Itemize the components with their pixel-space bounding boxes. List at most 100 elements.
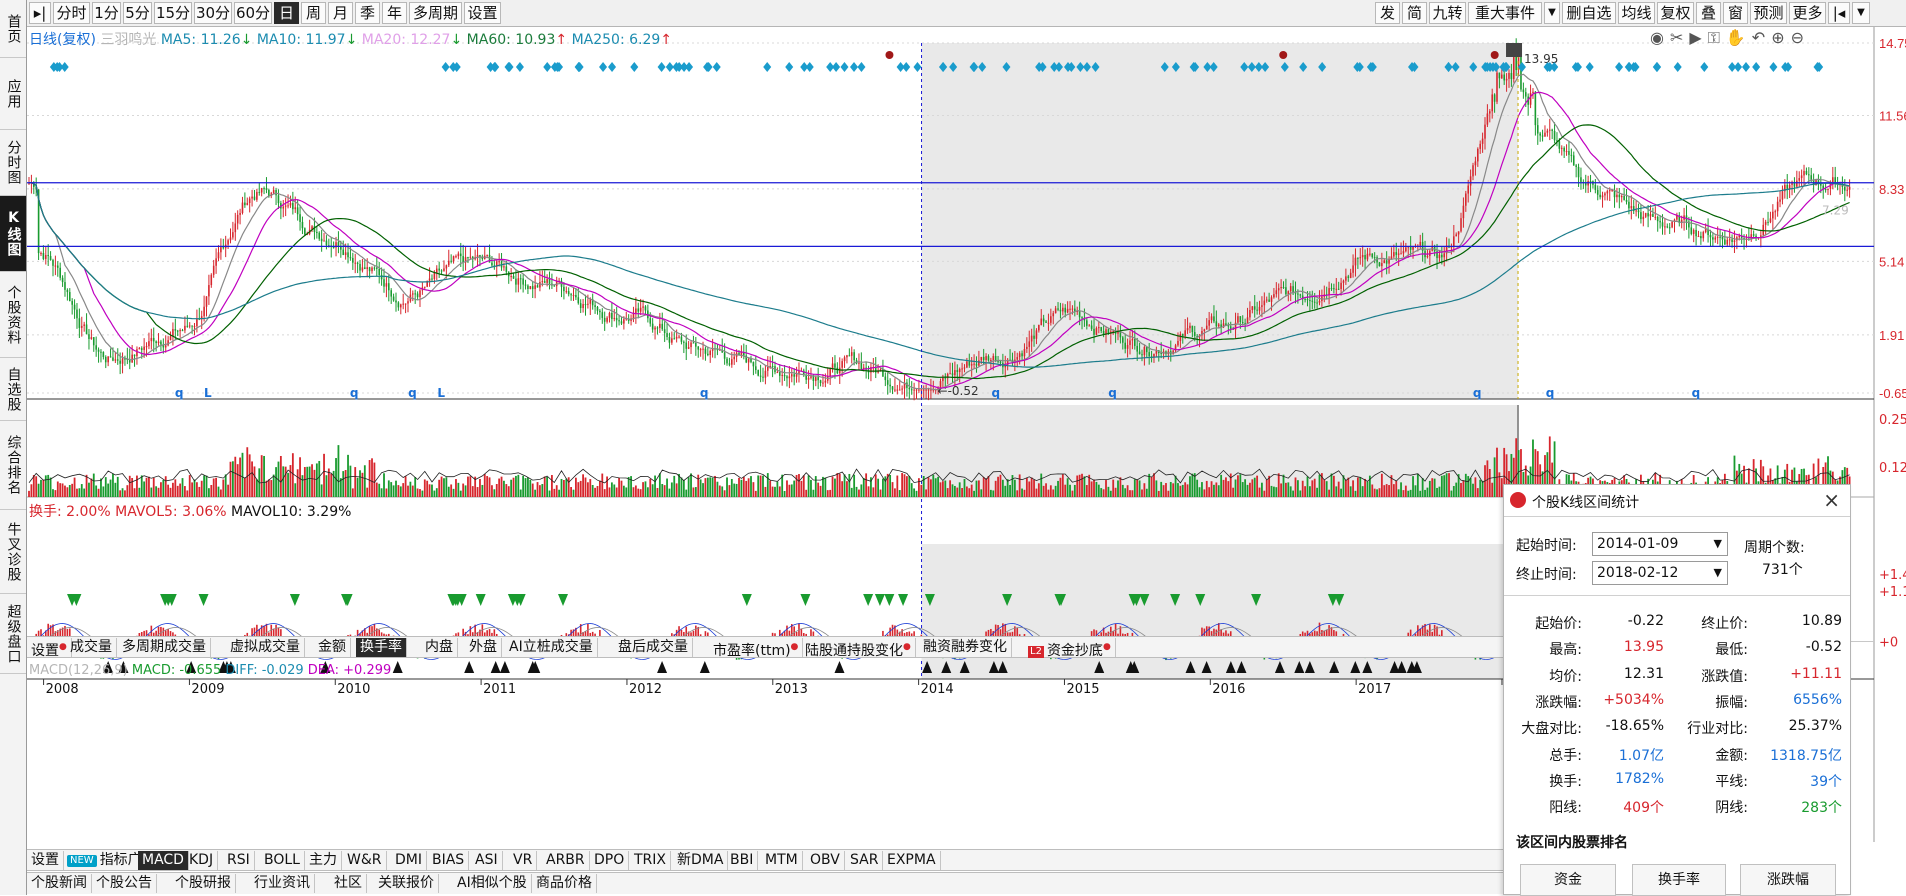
- period-button-0[interactable]: 分时: [53, 2, 90, 24]
- rank-button-0[interactable]: 资金: [1520, 864, 1616, 896]
- toolbar-right-button-0[interactable]: 发: [1375, 2, 1400, 24]
- rank-button-1[interactable]: 换手率: [1632, 864, 1726, 896]
- period-button-11[interactable]: 多周期: [409, 2, 462, 24]
- bottom-tab-3[interactable]: 行业资讯: [250, 874, 315, 893]
- bottom-tab-1[interactable]: 个股公告: [92, 874, 157, 893]
- eye-icon[interactable]: ◉: [1650, 28, 1670, 47]
- indicator-tab-8[interactable]: DMI: [391, 851, 427, 870]
- volume-bar: [302, 475, 304, 497]
- period-button-4[interactable]: 30分: [194, 2, 232, 24]
- bottom-tab-7[interactable]: 商品价格: [532, 874, 597, 893]
- volume-bar: [997, 477, 999, 497]
- indicator-tab-11[interactable]: VR: [509, 851, 537, 870]
- bottom-tab-0[interactable]: 个股新闻: [27, 874, 92, 893]
- indicator-tab-17[interactable]: MTM: [761, 851, 803, 870]
- indicator-tab-9[interactable]: BIAS: [428, 851, 469, 870]
- toolbar-right-button-6[interactable]: 均线: [1618, 2, 1655, 24]
- toolbar-right-button-3[interactable]: 重大事件: [1468, 2, 1542, 24]
- volume-tab-8[interactable]: AI立桩成交量: [505, 638, 598, 657]
- scissors-icon[interactable]: ✂: [1670, 28, 1689, 47]
- toolbar-right-button-5[interactable]: 删自选: [1562, 2, 1616, 24]
- period-button-1[interactable]: 1分: [92, 2, 121, 24]
- close-icon[interactable]: ×: [1823, 488, 1840, 512]
- volume-bar: [1345, 480, 1347, 497]
- left-nav-item-1[interactable]: 应用: [0, 58, 26, 130]
- indicator-tab-12[interactable]: ARBR: [542, 851, 590, 870]
- bottom-tab-4[interactable]: 社区: [330, 874, 367, 893]
- toolbar-right-button-11[interactable]: 更多: [1789, 2, 1826, 24]
- toolbar-right-button-1[interactable]: 简: [1402, 2, 1427, 24]
- indicator-tab-18[interactable]: OBV: [806, 851, 845, 870]
- stat-value-right-6: 39个: [1810, 771, 1842, 791]
- volume-tab-3[interactable]: 虚拟成交量: [226, 638, 305, 657]
- left-nav-item-3[interactable]: K线图: [0, 196, 26, 272]
- volume-tab-5[interactable]: 换手率: [356, 638, 407, 657]
- play-icon[interactable]: ▶: [1689, 28, 1707, 47]
- indicator-tab-10[interactable]: ASI: [471, 851, 503, 870]
- bottom-tab-6[interactable]: AI相似个股: [453, 874, 532, 893]
- indicator-tab-3[interactable]: KDJ: [185, 851, 218, 870]
- bottom-tab-2[interactable]: 个股研报: [171, 874, 236, 893]
- volume-tab-6[interactable]: 内盘: [421, 638, 458, 657]
- indicator-tab-16[interactable]: BBI: [726, 851, 758, 870]
- left-nav-item-0[interactable]: 首页: [0, 0, 26, 58]
- volume-tab-13[interactable]: L2资金抄底●: [1024, 638, 1116, 657]
- left-nav-item-2[interactable]: 分时图: [0, 130, 26, 196]
- period-button-9[interactable]: 季: [355, 2, 380, 24]
- indicator-tab-15[interactable]: 新DMA: [673, 851, 728, 870]
- chart-title[interactable]: 日线(复权): [29, 32, 96, 48]
- indicator-tab-14[interactable]: TRIX: [630, 851, 671, 870]
- zoom-in-icon[interactable]: ⊕: [1771, 28, 1790, 47]
- indicator-tab-6[interactable]: 主力: [305, 851, 342, 870]
- volume-tab-1[interactable]: 成交量: [66, 638, 117, 657]
- volume-bar: [1448, 473, 1450, 497]
- undo-icon[interactable]: ↶: [1752, 28, 1771, 47]
- indicator-tab-13[interactable]: DPO: [590, 851, 629, 870]
- toolbar-right-button-10[interactable]: 预测: [1750, 2, 1787, 24]
- left-nav-item-7[interactable]: 牛叉诊股: [0, 510, 26, 594]
- toolbar-right-button-7[interactable]: 复权: [1657, 2, 1694, 24]
- period-button-5[interactable]: 60分: [234, 2, 272, 24]
- indicator-tab-19[interactable]: SAR: [846, 851, 883, 870]
- dropdown-icon[interactable]: ▼: [1852, 2, 1870, 24]
- rank-button-2[interactable]: 涨跌幅: [1740, 864, 1836, 896]
- indicator-tab-20[interactable]: EXPMA: [883, 851, 941, 870]
- indicator-tab-2[interactable]: MACD: [138, 851, 189, 870]
- volume-tab-7[interactable]: 外盘: [465, 638, 502, 657]
- left-nav-item-5[interactable]: 自选股: [0, 358, 26, 421]
- toolbar-right-button-2[interactable]: 九转: [1429, 2, 1466, 24]
- toolbar-right-button-8[interactable]: 叠: [1696, 2, 1721, 24]
- volume-tab-4[interactable]: 金额: [314, 638, 351, 657]
- indicator-tab-5[interactable]: BOLL: [260, 851, 305, 870]
- end-time-select[interactable]: 2018-02-12▼: [1592, 561, 1728, 585]
- period-button-8[interactable]: 月: [328, 2, 353, 24]
- volume-bar: [1103, 489, 1105, 497]
- left-nav-item-8[interactable]: 超级盘口: [0, 594, 26, 674]
- volume-tab-9[interactable]: 盘后成交量: [614, 638, 693, 657]
- volume-bar: [1275, 487, 1277, 497]
- step-forward-icon[interactable]: ▸|: [29, 2, 51, 24]
- period-button-6[interactable]: 日: [274, 2, 299, 24]
- first-icon[interactable]: |◂: [1828, 2, 1850, 24]
- period-button-10[interactable]: 年: [382, 2, 407, 24]
- left-nav-item-4[interactable]: 个股资料: [0, 272, 26, 358]
- period-button-3[interactable]: 15分: [154, 2, 192, 24]
- left-nav-item-6[interactable]: 综合排名: [0, 421, 26, 510]
- period-button-7[interactable]: 周: [301, 2, 326, 24]
- indicator-tab-0[interactable]: 设置: [27, 851, 64, 870]
- volume-tab-10[interactable]: 市盈率(ttm)●: [709, 638, 803, 657]
- indicator-tab-7[interactable]: W&R: [343, 851, 387, 870]
- zoom-out-icon[interactable]: ⊖: [1791, 28, 1810, 47]
- period-button-2[interactable]: 5分: [123, 2, 152, 24]
- volume-tab-12[interactable]: 融资融券变化: [919, 638, 1012, 657]
- start-time-select[interactable]: 2014-01-09▼: [1592, 532, 1728, 556]
- period-button-12[interactable]: 设置: [464, 2, 501, 24]
- volume-tab-2[interactable]: 多周期成交量: [118, 638, 211, 657]
- lock-icon[interactable]: ⚿: [1708, 28, 1726, 47]
- toolbar-right-button-4[interactable]: ▼: [1544, 2, 1560, 24]
- bottom-tab-5[interactable]: 关联报价: [374, 874, 439, 893]
- indicator-tab-4[interactable]: RSI: [223, 851, 255, 870]
- hand-icon[interactable]: ✋: [1726, 28, 1752, 47]
- toolbar-right-button-9[interactable]: 窗: [1723, 2, 1748, 24]
- volume-tab-11[interactable]: 陆股通持股变化●: [801, 638, 916, 657]
